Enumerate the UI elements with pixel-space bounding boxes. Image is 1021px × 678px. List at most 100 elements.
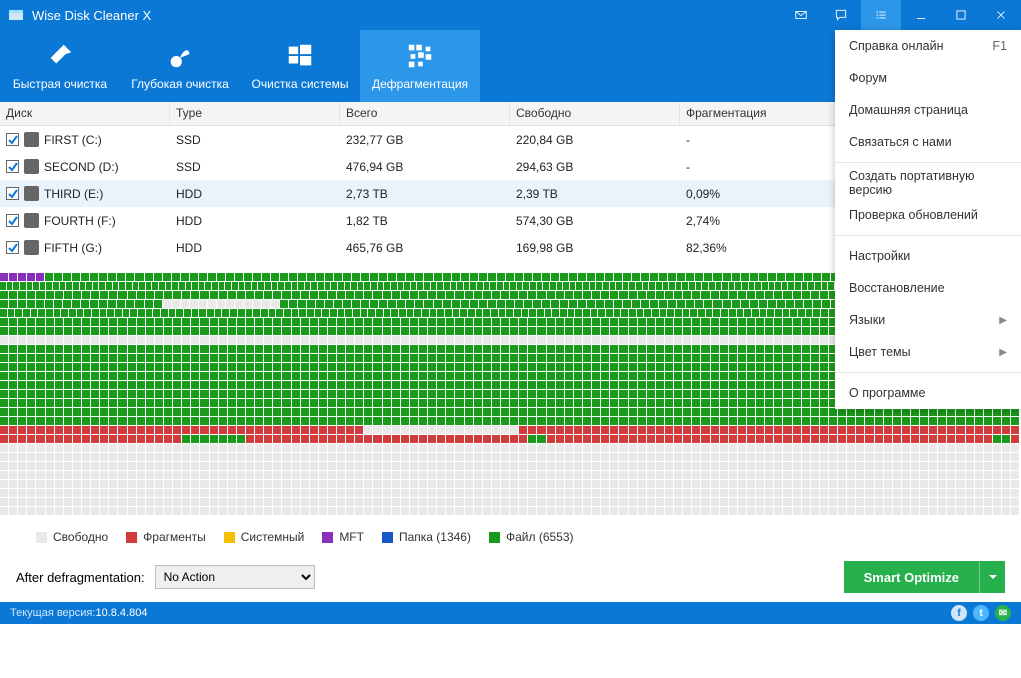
drive-type: HDD (170, 214, 340, 228)
tab-label: Быстрая очистка (13, 77, 107, 91)
col-disk[interactable]: Диск (0, 102, 170, 125)
drive-icon (24, 159, 39, 174)
broom-icon (45, 41, 75, 71)
smart-optimize-dropdown[interactable] (979, 561, 1005, 593)
menu-item[interactable]: Создать портативную версию (835, 167, 1021, 199)
main-menu: Справка онлайн F1 Форум Домашняя страница Св… (835, 30, 1021, 409)
drive-total: 2,73 TB (340, 187, 510, 201)
tab-system-clean[interactable]: Очистка системы (240, 30, 360, 102)
smart-optimize-button[interactable]: Smart Optimize (844, 561, 1005, 593)
twitter-icon[interactable]: t (973, 605, 989, 621)
col-free[interactable]: Свободно (510, 102, 680, 125)
drive-frag: 2,74% (680, 214, 850, 228)
drive-icon (24, 240, 39, 255)
drive-frag: 82,36% (680, 241, 850, 255)
social-links: f t ✉ (951, 605, 1011, 621)
row-checkbox[interactable] (6, 241, 19, 254)
app-title: Wise Disk Cleaner X (32, 8, 151, 23)
drive-total: 1,82 TB (340, 214, 510, 228)
smart-optimize-label: Smart Optimize (844, 570, 979, 585)
menu-item[interactable]: Восстановление (835, 272, 1021, 304)
drive-frag: - (680, 160, 850, 174)
menu-item-label: Связаться с нами (849, 135, 952, 149)
menu-item-label: Языки (849, 313, 885, 327)
drive-icon (24, 132, 39, 147)
drive-name: FIRST (C:) (44, 133, 102, 147)
feedback-icon[interactable] (821, 0, 861, 30)
map-row (0, 507, 1021, 516)
drive-type: SSD (170, 160, 340, 174)
maximize-icon[interactable] (941, 0, 981, 30)
row-checkbox[interactable] (6, 187, 19, 200)
tab-defrag[interactable]: Дефрагментация (360, 30, 480, 102)
drive-icon (24, 213, 39, 228)
col-total[interactable]: Всего (340, 102, 510, 125)
row-checkbox[interactable] (6, 160, 19, 173)
menu-item[interactable]: Настройки (835, 240, 1021, 272)
row-checkbox[interactable] (6, 214, 19, 227)
drive-total: 465,76 GB (340, 241, 510, 255)
tab-quick-clean[interactable]: Быстрая очистка (0, 30, 120, 102)
tab-deep-clean[interactable]: Глубокая очистка (120, 30, 240, 102)
map-row (0, 408, 1021, 417)
menu-separator (835, 372, 1021, 373)
mail-icon[interactable] (781, 0, 821, 30)
menu-item[interactable]: О программе (835, 377, 1021, 409)
legend-free: Свободно (36, 530, 108, 544)
menu-item-label: О программе (849, 386, 925, 400)
menu-item-label: Справка онлайн (849, 39, 944, 53)
menu-separator (835, 162, 1021, 163)
menu-item[interactable]: Проверка обновлений (835, 199, 1021, 231)
chevron-right-icon: ▶ (999, 347, 1007, 358)
map-row (0, 498, 1021, 507)
menu-item[interactable]: Связаться с нами (835, 126, 1021, 158)
menu-item-label: Проверка обновлений (849, 208, 978, 222)
row-checkbox[interactable] (6, 133, 19, 146)
drive-type: SSD (170, 133, 340, 147)
tab-label: Глубокая очистка (131, 77, 229, 91)
app-icon (8, 7, 24, 23)
tab-label: Дефрагментация (372, 77, 468, 91)
legend-file: Файл (6553) (489, 530, 574, 544)
menu-shortcut: F1 (992, 39, 1007, 53)
col-frag[interactable]: Фрагментация (680, 102, 850, 125)
map-row (0, 435, 1021, 444)
drive-frag: 0,09% (680, 187, 850, 201)
menu-item-label: Цвет темы (849, 345, 911, 359)
mail-share-icon[interactable]: ✉ (995, 605, 1011, 621)
menu-item-label: Настройки (849, 249, 910, 263)
menu-item[interactable]: Справка онлайн F1 (835, 30, 1021, 62)
menu-icon[interactable] (861, 0, 901, 30)
drive-total: 232,77 GB (340, 133, 510, 147)
menu-item[interactable]: Домашняя страница (835, 94, 1021, 126)
version-value: 10.8.4.804 (95, 607, 147, 619)
close-icon[interactable] (981, 0, 1021, 30)
menu-item[interactable]: Форум (835, 62, 1021, 94)
drive-name: SECOND (D:) (44, 160, 119, 174)
legend-frag: Фрагменты (126, 530, 206, 544)
map-row (0, 417, 1021, 426)
chevron-down-icon (988, 572, 998, 582)
status-bar: Текущая версия: 10.8.4.804 f t ✉ (0, 602, 1021, 624)
menu-item[interactable]: Цвет темы ▶ (835, 336, 1021, 368)
drive-type: HDD (170, 241, 340, 255)
menu-item[interactable]: Языки▶ (835, 304, 1021, 336)
drive-free: 220,84 GB (510, 133, 680, 147)
windows-icon (285, 41, 315, 71)
menu-item-label: Домашняя страница (849, 103, 968, 117)
map-row (0, 471, 1021, 480)
map-row (0, 480, 1021, 489)
map-row (0, 489, 1021, 498)
drive-free: 169,98 GB (510, 241, 680, 255)
map-row (0, 453, 1021, 462)
facebook-icon[interactable]: f (951, 605, 967, 621)
version-label: Текущая версия: (10, 607, 95, 619)
col-type[interactable]: Type (170, 102, 340, 125)
minimize-icon[interactable] (901, 0, 941, 30)
legend-folder: Папка (1346) (382, 530, 471, 544)
legend-mft: MFT (322, 530, 364, 544)
drive-free: 574,30 GB (510, 214, 680, 228)
after-defrag-select[interactable]: No Action (155, 565, 315, 589)
drive-frag: - (680, 133, 850, 147)
legend: Свободно Фрагменты Системный MFT Папка (… (0, 522, 1021, 552)
